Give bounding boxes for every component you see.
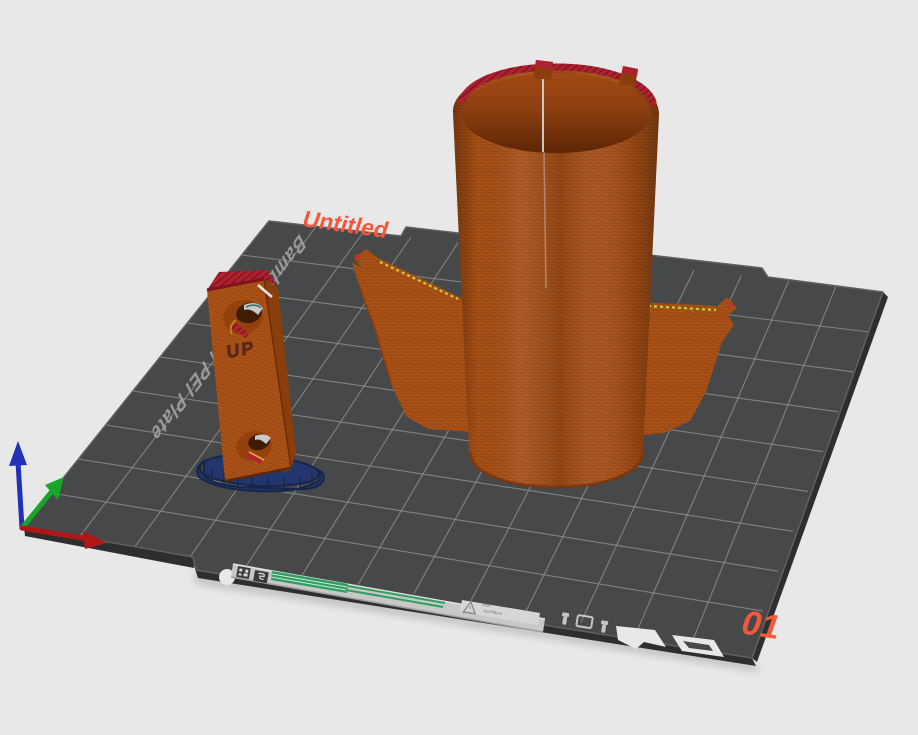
cylinder-rim-tab-left (533, 60, 553, 80)
qr-code-icon (236, 566, 251, 579)
slicer-3d-viewport[interactable]: Hot surface Bambu Smooth PEI Plate Untit… (0, 0, 918, 735)
scene-canvas[interactable]: Hot surface Bambu Smooth PEI Plate Untit… (0, 0, 918, 735)
stand-cylinder (453, 60, 659, 487)
